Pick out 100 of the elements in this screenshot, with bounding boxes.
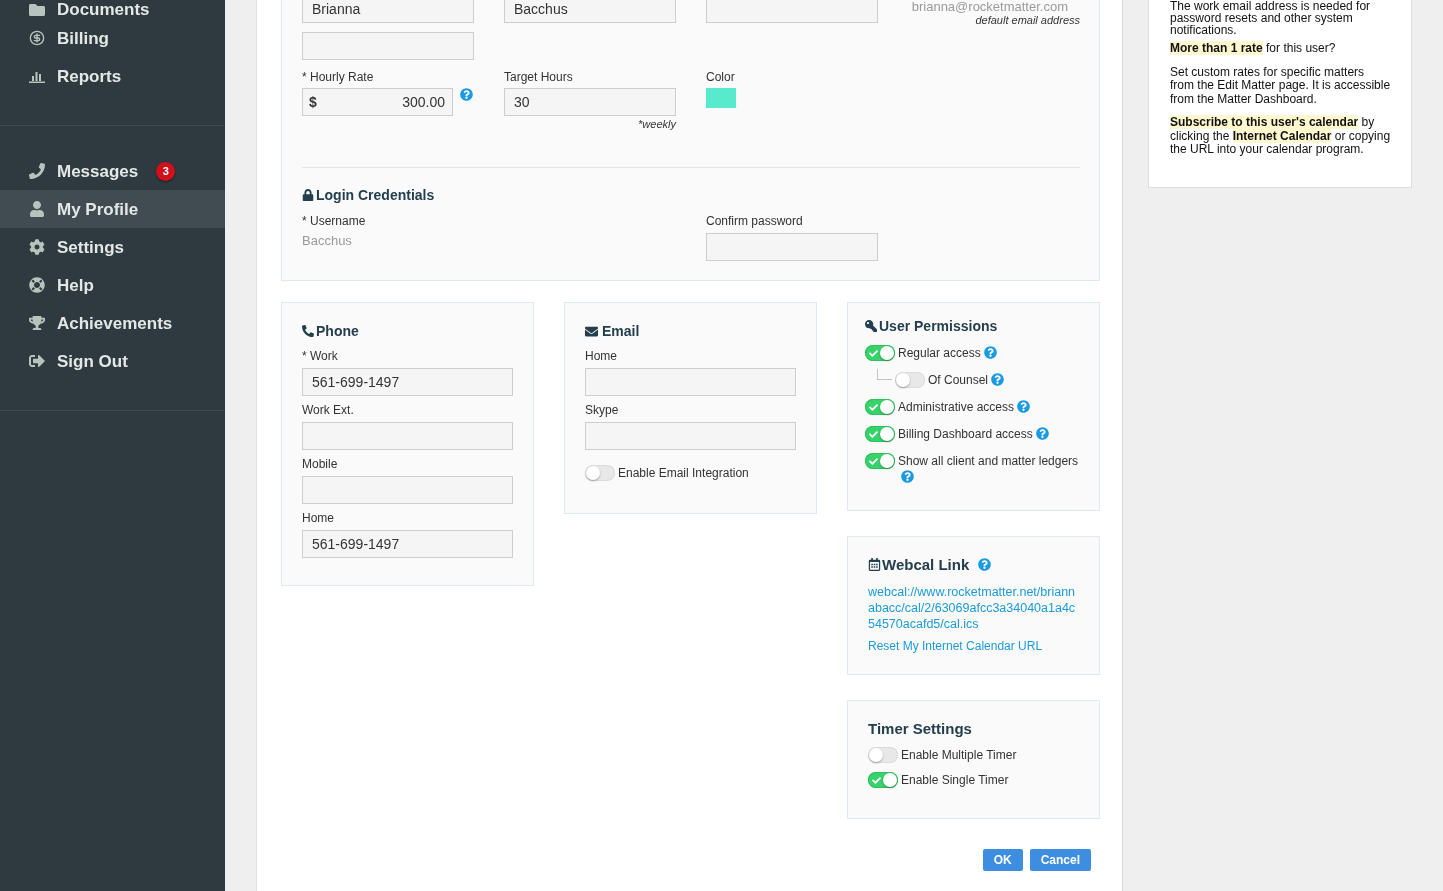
field-label: Target Hours bbox=[504, 69, 573, 85]
toggle-switch[interactable] bbox=[865, 399, 895, 415]
text-field[interactable] bbox=[585, 368, 796, 396]
toggle-switch[interactable] bbox=[865, 453, 895, 469]
field-label: Mobile bbox=[302, 456, 339, 472]
toggle-knob bbox=[880, 454, 894, 468]
user-icon bbox=[29, 201, 45, 217]
field-label: Confirm password bbox=[706, 213, 803, 229]
toggle-knob bbox=[880, 427, 894, 441]
text-field[interactable]: 30 bbox=[504, 88, 676, 116]
section-title: Login Credentials bbox=[316, 187, 435, 203]
sidebar-item[interactable]: Achievements bbox=[0, 304, 225, 342]
help-icon[interactable] bbox=[1017, 400, 1031, 413]
key-icon bbox=[865, 320, 877, 332]
sidebar-item[interactable]: Messages 3 bbox=[0, 152, 225, 190]
phone-icon bbox=[302, 325, 314, 337]
section-title: Webcal Link bbox=[882, 555, 970, 573]
help-icon[interactable] bbox=[983, 346, 997, 359]
toggle-label: Billing Dashboard access bbox=[898, 427, 1033, 441]
sidebar-item[interactable]: Help bbox=[0, 266, 225, 304]
toggle-knob bbox=[880, 346, 894, 360]
email-address: brianna@rocketmatter.com bbox=[911, 0, 1068, 14]
envelope-icon bbox=[585, 324, 598, 338]
text-field[interactable]: Bacchus bbox=[504, 0, 676, 23]
toggle-switch[interactable] bbox=[865, 426, 895, 442]
field-label: * Username bbox=[302, 213, 366, 229]
check-icon bbox=[869, 429, 878, 439]
help-icon[interactable] bbox=[991, 373, 1005, 386]
field-label: * Work bbox=[302, 348, 339, 364]
lock-icon bbox=[302, 189, 314, 201]
username-value: Bacchus bbox=[302, 233, 352, 249]
text-field[interactable] bbox=[706, 233, 878, 261]
text-field[interactable] bbox=[302, 476, 513, 504]
text-field[interactable] bbox=[706, 0, 878, 23]
toggle-label: Administrative access bbox=[898, 400, 1015, 414]
toggle-switch[interactable] bbox=[868, 747, 898, 763]
sidebar-item[interactable]: Sign Out bbox=[0, 342, 225, 380]
toggle-knob bbox=[880, 400, 894, 414]
toggle-knob bbox=[586, 466, 600, 480]
section-title: User Permissions bbox=[879, 318, 998, 334]
help-text: More than 1 rate for this user? bbox=[1170, 42, 1337, 56]
section-title: Phone bbox=[316, 323, 359, 339]
toggle-label: Regular access bbox=[898, 346, 981, 360]
text-field[interactable] bbox=[585, 422, 796, 450]
sidebar-item[interactable]: Documents bbox=[0, 0, 225, 19]
color-swatch[interactable] bbox=[706, 88, 736, 108]
trophy-icon bbox=[29, 315, 45, 331]
field-label: * Hourly Rate bbox=[302, 69, 374, 85]
hourly-rate-field[interactable]: $ 300.00 bbox=[302, 88, 453, 116]
toggle-label: Enable Single Timer bbox=[901, 772, 1009, 788]
field-note: default email address bbox=[975, 14, 1080, 26]
sidebar-item[interactable]: My Profile bbox=[0, 190, 225, 228]
bar-chart-icon bbox=[29, 69, 45, 83]
field-label: Home bbox=[585, 348, 618, 364]
field-label: Color bbox=[706, 69, 735, 85]
settings-icon bbox=[29, 239, 45, 255]
dollar-circle-icon bbox=[29, 30, 45, 46]
check-icon bbox=[872, 775, 881, 785]
help-icon[interactable] bbox=[1035, 427, 1049, 440]
tree-line bbox=[877, 369, 892, 380]
text-field[interactable] bbox=[302, 32, 474, 60]
toggle-knob bbox=[896, 373, 910, 387]
toggle-label: Of Counsel bbox=[928, 373, 989, 387]
help-text: Set custom rates for specific matters from the Edit Matter page. It is accessible from the Matter Dashboard. bbox=[1170, 65, 1391, 106]
check-icon bbox=[869, 402, 878, 412]
help-text: The work email address is needed for password resets and other system notifications. bbox=[1170, 0, 1372, 36]
toggle-switch[interactable] bbox=[865, 345, 895, 361]
text-field[interactable]: 561-699-1497 bbox=[302, 530, 513, 558]
field-label: Skype bbox=[585, 402, 620, 418]
toggle-switch[interactable] bbox=[895, 372, 925, 388]
check-icon bbox=[869, 348, 878, 358]
help-text: Subscribe to this user's calendar by clicking the Internet Calendar or copying the URL into your calendar program. bbox=[1170, 116, 1391, 157]
toggle-switch[interactable] bbox=[868, 772, 898, 788]
text-field[interactable]: Brianna bbox=[302, 0, 474, 23]
check-icon bbox=[869, 456, 878, 466]
toggle-switch[interactable] bbox=[585, 465, 615, 481]
phone-icon bbox=[29, 163, 45, 179]
sidebar-item[interactable]: Reports bbox=[0, 57, 225, 95]
section-title: Email bbox=[602, 323, 640, 339]
field-note: *weekly bbox=[638, 118, 676, 130]
toggle-knob bbox=[869, 748, 883, 762]
calendar-icon bbox=[868, 557, 881, 571]
notification-badge: 3 bbox=[156, 161, 176, 181]
field-label: Work Ext. bbox=[302, 402, 355, 418]
folder-icon bbox=[29, 1, 45, 18]
toggle-knob bbox=[883, 773, 897, 787]
sidebar-item[interactable]: Settings bbox=[0, 228, 225, 266]
toggle-label: Enable Email Integration bbox=[618, 465, 749, 481]
life-ring-icon bbox=[29, 277, 45, 293]
text-field[interactable]: 561-699-1497 bbox=[302, 368, 513, 396]
sidebar-item[interactable]: Billing bbox=[0, 19, 225, 57]
section-title: Timer Settings bbox=[868, 719, 972, 737]
toggle-label: Enable Multiple Timer bbox=[901, 747, 1017, 763]
text-field[interactable] bbox=[302, 422, 513, 450]
field-label: Home bbox=[302, 510, 335, 526]
sign-out-icon bbox=[29, 353, 45, 369]
help-icon[interactable] bbox=[460, 88, 473, 101]
help-icon[interactable] bbox=[901, 470, 914, 483]
help-icon[interactable] bbox=[978, 557, 992, 571]
toggle-label: Show all client and matter ledgers bbox=[898, 454, 1079, 468]
